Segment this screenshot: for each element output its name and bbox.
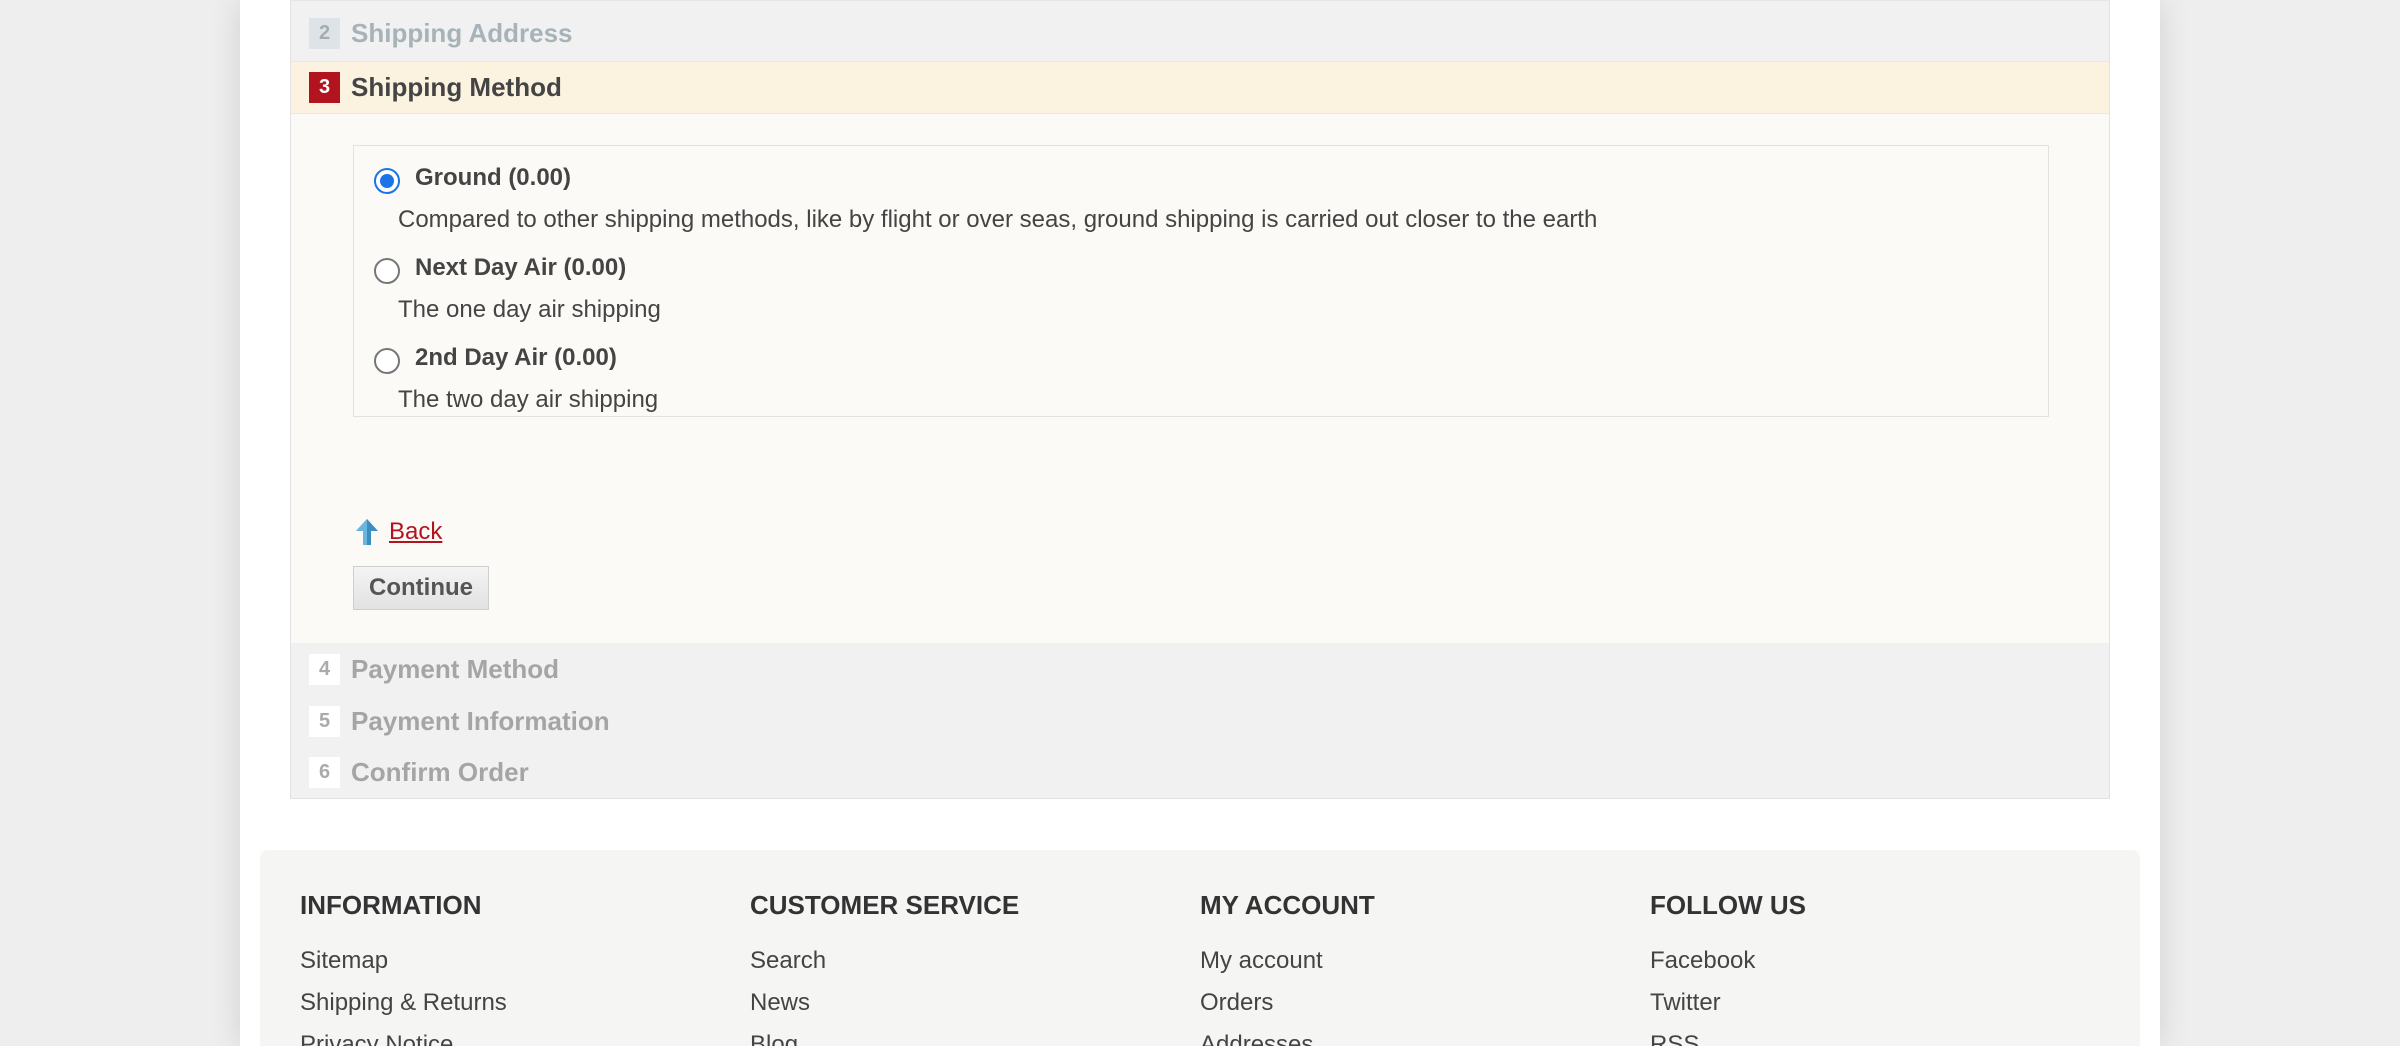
up-arrow-icon [356,519,378,545]
continue-button[interactable]: Continue [353,566,489,610]
footer-column-my-account: MY ACCOUNT My account Orders Addresses [1200,890,1375,1046]
footer-heading: CUSTOMER SERVICE [750,890,1020,920]
radio-button[interactable] [374,168,400,194]
step-number: 2 [309,17,340,49]
step-title: Payment Method [351,653,560,684]
footer-link[interactable]: Addresses [1200,1031,1375,1046]
step-payment-information[interactable]: 5 Payment Information [290,695,2110,747]
back-link[interactable]: Back [355,518,442,546]
step-title: Shipping Method [351,72,562,102]
step-number: 4 [309,653,340,685]
footer-link[interactable]: Sitemap [300,947,507,975]
footer-link[interactable]: Twitter [1650,989,1806,1017]
step-number: 3 [309,72,340,103]
radio-button[interactable] [374,348,400,374]
radio-button[interactable] [374,258,400,284]
footer: INFORMATION Sitemap Shipping & Returns P… [260,850,2140,1046]
shipping-method-panel: Ground (0.00) Compared to other shipping… [290,114,2110,643]
step-shipping-method: 3 Shipping Method [290,62,2110,114]
checkout-steps: 2 Shipping Address 3 Shipping Method Gro… [290,0,2110,799]
footer-link[interactable]: My account [1200,947,1375,975]
step-title: Shipping Address [351,17,573,48]
shipping-option-description: The one day air shipping [398,296,661,323]
footer-column-follow-us: FOLLOW US Facebook Twitter RSS [1650,890,1806,1046]
footer-link[interactable]: Search [750,947,1019,975]
step-shipping-address[interactable]: 2 Shipping Address [290,0,2110,62]
shipping-option-name[interactable]: Ground (0.00) [415,164,571,192]
footer-column-information: INFORMATION Sitemap Shipping & Returns P… [300,890,507,1046]
footer-link[interactable]: Shipping & Returns [300,989,507,1017]
footer-link[interactable]: Orders [1200,989,1375,1017]
shipping-option-description: Compared to other shipping methods, like… [398,206,1598,233]
footer-heading: MY ACCOUNT [1200,890,1375,920]
step-title: Payment Information [351,705,610,736]
footer-link[interactable]: Privacy Notice [300,1031,507,1046]
shipping-option-description: The two day air shipping [398,386,659,413]
step-confirm-order[interactable]: 6 Confirm Order [290,747,2110,799]
shipping-option-name[interactable]: Next Day Air (0.00) [415,254,626,282]
step-title: Confirm Order [351,757,529,787]
footer-link[interactable]: RSS [1650,1031,1806,1046]
footer-column-customer-service: CUSTOMER SERVICE Search News Blog [750,890,1019,1046]
footer-link[interactable]: Blog [750,1031,1019,1046]
shipping-option-name[interactable]: 2nd Day Air (0.00) [415,344,617,372]
back-link-label[interactable]: Back [389,518,442,546]
step-payment-method[interactable]: 4 Payment Method [290,643,2110,695]
footer-heading: FOLLOW US [1650,890,1806,920]
footer-heading: INFORMATION [300,890,482,920]
footer-link[interactable]: News [750,989,1019,1017]
footer-link[interactable]: Facebook [1650,947,1806,975]
step-number: 6 [309,757,340,788]
shipping-method-list: Ground (0.00) Compared to other shipping… [353,145,2049,417]
step-number: 5 [309,705,340,737]
